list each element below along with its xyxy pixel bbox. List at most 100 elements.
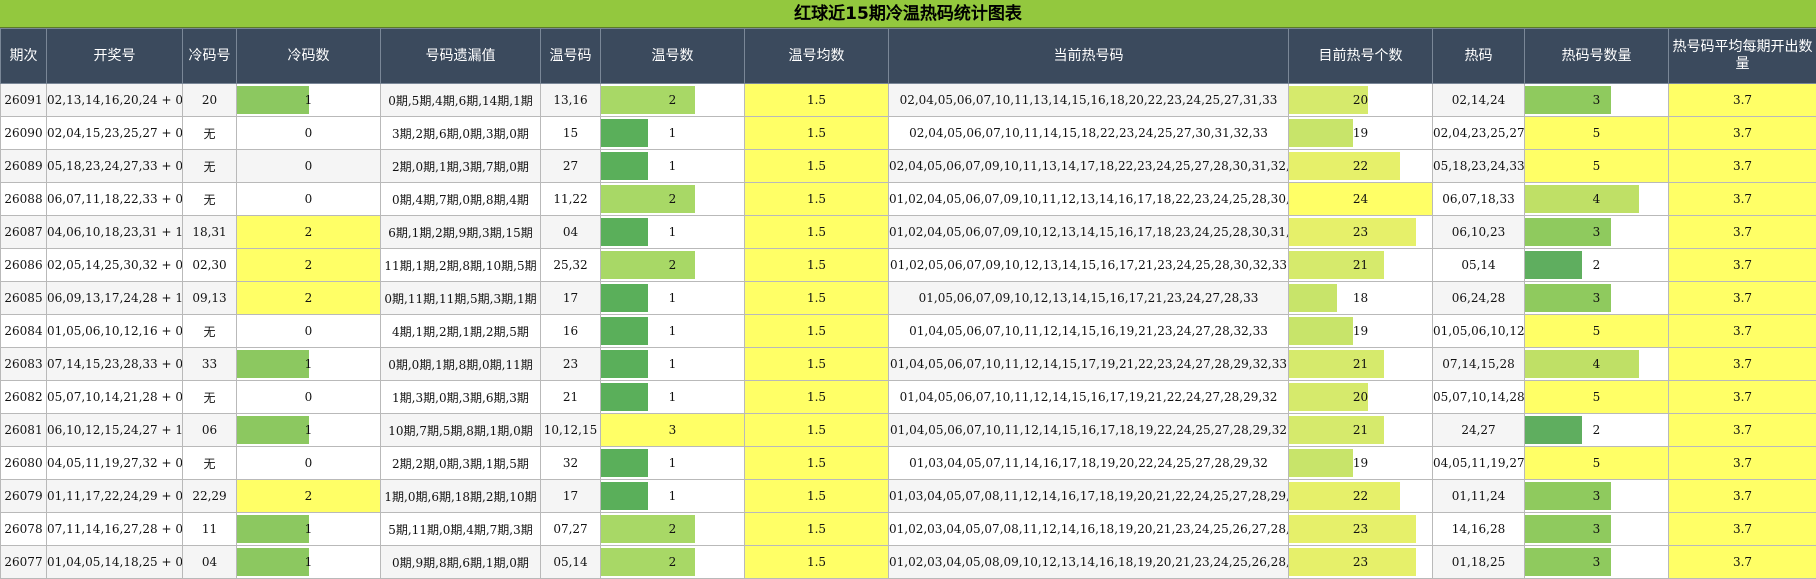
cell-wenshu: 1 xyxy=(600,281,745,315)
cell-wenhao: 07,27 xyxy=(540,512,601,546)
table-row: 26082 05,07,10,14,21,28 + 04 无 0 1期,3期,0期,3期… xyxy=(0,380,1816,414)
cell-kaijiang: 05,07,10,14,21,28 + 04 xyxy=(46,380,183,414)
header-rema[interactable]: 热码 xyxy=(1432,28,1525,84)
cell-wenshu-bar xyxy=(601,449,649,477)
cell-rema: 05,07,10,14,28 xyxy=(1432,380,1525,414)
cell-yilou: 2期,0期,1期,3期,7期,0期 xyxy=(380,149,541,183)
cell-reshu-value: 19 xyxy=(1352,456,1369,470)
cell-qici: 26083 xyxy=(0,347,47,381)
cell-reshu-value: 21 xyxy=(1352,423,1369,437)
cell-avg: 3.7 xyxy=(1668,116,1816,150)
cell-lengma: 20 xyxy=(182,83,237,117)
cell-lengshu-value: 1 xyxy=(304,423,313,437)
header-row: 期次 开奖号 冷码号 冷码数 号码遗漏值 温号码 温号数 温号均数 当前热号码 … xyxy=(0,28,1816,84)
cell-wenshu-value: 1 xyxy=(668,291,677,305)
table-body: 26091 02,13,14,16,20,24 + 05 20 1 0期,5期,4期,6… xyxy=(0,83,1816,579)
cell-wenshu-value: 1 xyxy=(668,225,677,239)
cell-wenhao: 05,14 xyxy=(540,545,601,579)
cell-rehao: 01,02,03,04,05,08,09,10,12,13,14,16,18,1… xyxy=(888,545,1289,579)
cell-wenjun: 1.5 xyxy=(744,413,889,447)
cell-lengshu: 2 xyxy=(236,281,381,315)
cell-reshu: 20 xyxy=(1288,83,1433,117)
cell-yilou: 4期,1期,2期,1期,2期,5期 xyxy=(380,314,541,348)
cell-lengshu: 1 xyxy=(236,83,381,117)
cell-wenshu-bar xyxy=(601,317,649,345)
header-lengma[interactable]: 冷码号 xyxy=(182,28,237,84)
cell-remashu: 4 xyxy=(1524,347,1669,381)
header-remashu[interactable]: 热码号数量 xyxy=(1524,28,1669,84)
cell-reshu-bar xyxy=(1289,251,1385,279)
cell-yilou: 6期,1期,2期,9期,3期,15期 xyxy=(380,215,541,249)
header-wenhao[interactable]: 温号码 xyxy=(540,28,601,84)
table-row: 26084 01,05,06,10,12,16 + 05 无 0 4期,1期,2期,1期… xyxy=(0,314,1816,348)
cell-kaijiang: 04,05,11,19,27,32 + 01 xyxy=(46,446,183,480)
cell-wenjun: 1.5 xyxy=(744,149,889,183)
cell-rema: 06,24,28 xyxy=(1432,281,1525,315)
cell-yilou: 1期,3期,0期,3期,6期,3期 xyxy=(380,380,541,414)
cell-wenshu-bar xyxy=(601,251,696,279)
cell-remashu-value: 2 xyxy=(1592,423,1601,437)
cell-remashu-bar xyxy=(1525,185,1640,213)
cell-avg: 3.7 xyxy=(1668,314,1816,348)
cell-qici: 26084 xyxy=(0,314,47,348)
cell-wenjun: 1.5 xyxy=(744,248,889,282)
cell-remashu-value: 4 xyxy=(1592,192,1601,206)
cell-wenhao: 27 xyxy=(540,149,601,183)
cell-reshu-value: 22 xyxy=(1352,489,1369,503)
cell-yilou: 0期,0期,1期,8期,0期,11期 xyxy=(380,347,541,381)
cell-rema: 14,16,28 xyxy=(1432,512,1525,546)
cell-wenjun: 1.5 xyxy=(744,314,889,348)
cell-remashu: 4 xyxy=(1524,182,1669,216)
cell-kaijiang: 05,18,23,24,27,33 + 03 xyxy=(46,149,183,183)
cell-yilou: 3期,2期,6期,0期,3期,0期 xyxy=(380,116,541,150)
cell-remashu: 3 xyxy=(1524,215,1669,249)
cell-lengshu: 0 xyxy=(236,116,381,150)
cell-reshu: 22 xyxy=(1288,149,1433,183)
cell-yilou: 10期,7期,5期,8期,1期,0期 xyxy=(380,413,541,447)
cell-wenshu-value: 1 xyxy=(668,357,677,371)
cell-reshu-bar xyxy=(1289,350,1385,378)
header-wenshu[interactable]: 温号数 xyxy=(600,28,745,84)
cell-avg: 3.7 xyxy=(1668,347,1816,381)
cell-avg: 3.7 xyxy=(1668,182,1816,216)
cell-rehao: 02,04,05,06,07,10,11,13,14,15,16,18,20,2… xyxy=(888,83,1289,117)
header-wenjun[interactable]: 温号均数 xyxy=(744,28,889,84)
cell-lengshu: 2 xyxy=(236,479,381,513)
cell-rehao: 01,02,03,04,05,07,08,11,12,14,16,18,19,2… xyxy=(888,512,1289,546)
header-lengshu[interactable]: 冷码数 xyxy=(236,28,381,84)
cell-remashu-value: 3 xyxy=(1592,225,1601,239)
cell-wenshu-bar xyxy=(601,515,696,543)
cell-rehao: 01,04,05,06,07,10,11,12,14,15,17,19,21,2… xyxy=(888,347,1289,381)
cell-rema: 04,05,11,19,27 xyxy=(1432,446,1525,480)
cell-kaijiang: 02,13,14,16,20,24 + 05 xyxy=(46,83,183,117)
header-reshu[interactable]: 目前热号个数 xyxy=(1288,28,1433,84)
cell-wenjun: 1.5 xyxy=(744,116,889,150)
cell-wenshu: 1 xyxy=(600,479,745,513)
cell-lengshu-bar xyxy=(237,86,309,114)
header-avg[interactable]: 热号码平均每期开出数量 xyxy=(1668,28,1816,84)
header-qici[interactable]: 期次 xyxy=(0,28,47,84)
cell-wenshu-value: 1 xyxy=(668,324,677,338)
cell-kaijiang: 07,11,14,16,27,28 + 06 xyxy=(46,512,183,546)
cell-reshu-bar xyxy=(1289,119,1353,147)
cell-wenhao: 21 xyxy=(540,380,601,414)
cell-reshu: 21 xyxy=(1288,248,1433,282)
header-kaijiang[interactable]: 开奖号 xyxy=(46,28,183,84)
cell-remashu-bar xyxy=(1525,251,1583,279)
cell-rehao: 01,03,04,05,07,08,11,12,14,16,17,18,19,2… xyxy=(888,479,1289,513)
header-rehao[interactable]: 当前热号码 xyxy=(888,28,1289,84)
cell-reshu-value: 19 xyxy=(1352,324,1369,338)
cell-remashu: 5 xyxy=(1524,446,1669,480)
cell-rehao: 01,04,05,06,07,10,11,12,14,15,16,17,18,1… xyxy=(888,413,1289,447)
cell-kaijiang: 06,09,13,17,24,28 + 15 xyxy=(46,281,183,315)
header-yilou[interactable]: 号码遗漏值 xyxy=(380,28,541,84)
cell-wenhao: 13,16 xyxy=(540,83,601,117)
cell-remashu-value: 3 xyxy=(1592,522,1601,536)
cell-remashu-value: 3 xyxy=(1592,489,1601,503)
cell-qici: 26089 xyxy=(0,149,47,183)
cell-wenshu: 3 xyxy=(600,413,745,447)
cell-reshu: 21 xyxy=(1288,347,1433,381)
cell-kaijiang: 01,04,05,14,18,25 + 04 xyxy=(46,545,183,579)
cell-lengma: 无 xyxy=(182,182,237,216)
cell-reshu-bar xyxy=(1289,152,1401,180)
